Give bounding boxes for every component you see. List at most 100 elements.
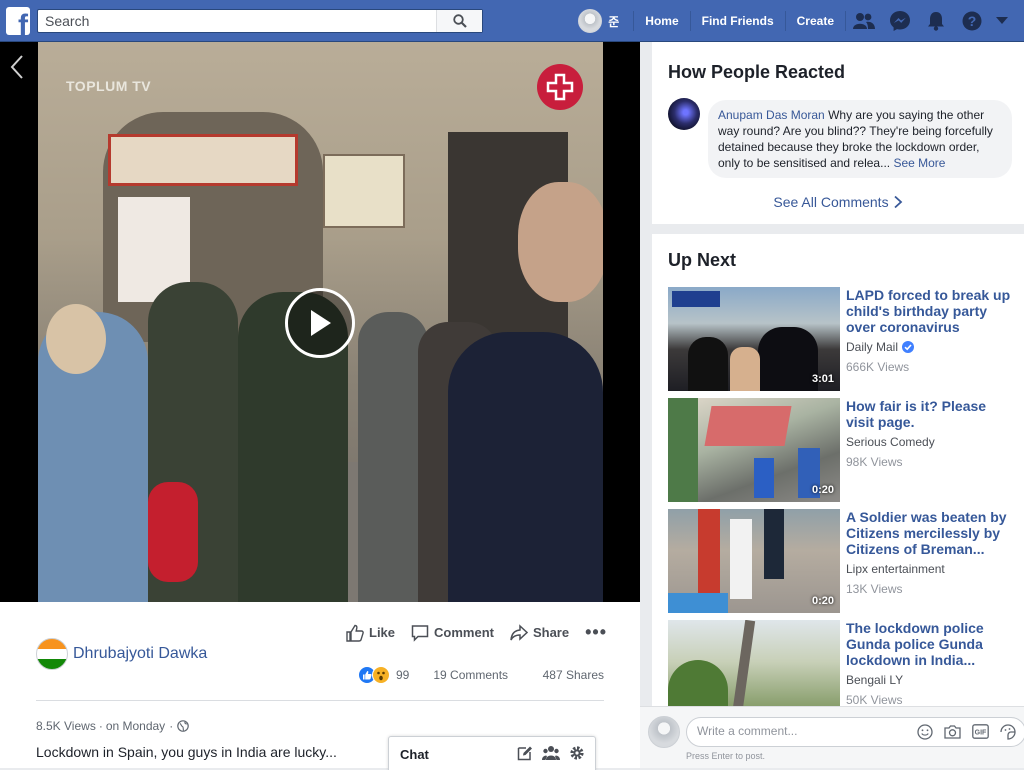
post-author: Dhrubajyoti Dawka: [36, 638, 207, 670]
post-timestamp[interactable]: on Monday: [106, 719, 165, 733]
thumb-fence: [668, 398, 698, 502]
back-arrow-icon[interactable]: [8, 54, 26, 83]
search-input[interactable]: [38, 10, 438, 32]
profile-link[interactable]: 준: [608, 13, 619, 30]
search-box: [37, 9, 483, 33]
help-icon[interactable]: ?: [954, 0, 990, 42]
video-title-link[interactable]: How fair is it? Please visit page.: [846, 398, 1016, 430]
svg-text:?: ?: [968, 13, 977, 29]
play-button[interactable]: [285, 288, 355, 358]
thumb-figure: [764, 509, 784, 579]
top-navigation-bar: f 준 Home Find Friends Create ?: [0, 0, 1024, 42]
video-watermark: TOPLUM TV: [66, 78, 152, 94]
channel-logo-icon: [537, 64, 583, 110]
comment-input-wrapper[interactable]: GIF: [686, 717, 1024, 747]
video-title-link[interactable]: LAPD forced to break up child's birthday…: [846, 287, 1016, 335]
post-actions: Like Comment Share •••: [346, 622, 607, 643]
share-icon: [510, 623, 528, 641]
video-thumbnail[interactable]: [668, 620, 840, 706]
thumb-object: [704, 406, 792, 446]
post-caption: Lockdown in Spain, you guys in India are…: [36, 744, 337, 760]
red-bag: [148, 482, 198, 582]
share-button[interactable]: Share: [510, 623, 570, 642]
video-source: Serious Comedy: [846, 435, 935, 449]
messenger-icon[interactable]: [882, 0, 918, 42]
video-title-link[interactable]: A Soldier was beaten by Citizens mercile…: [846, 509, 1016, 557]
meta-separator: ·: [169, 719, 174, 733]
person-head: [518, 182, 603, 302]
right-sidebar: How People Reacted Anupam Das Moran Why …: [640, 42, 1024, 768]
facebook-logo-icon[interactable]: f: [6, 7, 30, 35]
thumb-tree: [668, 660, 728, 706]
shares-count-link[interactable]: 487 Shares: [543, 668, 604, 682]
chat-title[interactable]: Chat: [400, 747, 429, 762]
see-more-link[interactable]: See More: [893, 156, 945, 170]
chevron-right-icon: [893, 195, 902, 209]
play-icon: [311, 310, 331, 336]
video-title-link[interactable]: The lockdown police Gunda police Gunda l…: [846, 620, 1016, 668]
account-menu-chevron-icon[interactable]: [990, 0, 1014, 42]
video-source-link[interactable]: Serious Comedy: [846, 435, 935, 449]
video-source-link[interactable]: Lipx entertainment: [846, 562, 945, 576]
author-name-link[interactable]: Dhrubajyoti Dawka: [73, 645, 207, 663]
wow-reaction-icon[interactable]: [372, 666, 390, 684]
chat-bar[interactable]: Chat: [388, 736, 596, 770]
svg-text:GIF: GIF: [975, 730, 987, 737]
thumb-figure: [730, 519, 752, 599]
emoji-icon[interactable]: [917, 724, 933, 740]
video-source-link[interactable]: Bengali LY: [846, 673, 903, 687]
more-options-icon[interactable]: •••: [585, 622, 607, 643]
video-thumbnail[interactable]: 3:01: [668, 287, 840, 391]
post-stats: 99 19 Comments 487 Shares: [358, 666, 604, 684]
commenter-avatar[interactable]: [668, 98, 700, 130]
group-chat-icon[interactable]: [542, 745, 560, 761]
video-views: 98K Views: [846, 455, 903, 469]
reaction-count[interactable]: 99: [396, 668, 409, 682]
video-duration: 3:01: [811, 373, 834, 385]
meta-separator: ·: [98, 719, 103, 733]
video-duration: 0:20: [811, 484, 834, 496]
comment-hint: Press Enter to post.: [686, 751, 766, 761]
like-button[interactable]: Like: [346, 624, 395, 642]
shop-sign: [108, 134, 298, 186]
thumb-figure: [730, 347, 760, 391]
comment-author-link[interactable]: Anupam Das Moran: [718, 108, 825, 122]
comment-composer: GIF Press Enter to post.: [640, 706, 1024, 768]
reactions-heading: How People Reacted: [668, 62, 846, 82]
share-label: Share: [532, 625, 570, 640]
comment-input[interactable]: [697, 724, 907, 738]
comment-label: Comment: [434, 625, 494, 640]
video-player[interactable]: TOPLUM TV: [0, 42, 640, 602]
comment-button[interactable]: Comment: [411, 624, 494, 642]
search-button[interactable]: [436, 10, 482, 32]
comments-count-link[interactable]: 19 Comments: [433, 668, 508, 682]
video-frame[interactable]: TOPLUM TV: [38, 42, 603, 602]
friend-requests-icon[interactable]: [846, 0, 882, 42]
comment-icon: [411, 624, 429, 642]
author-avatar[interactable]: [36, 638, 68, 670]
up-next-video[interactable]: 0:20 A Soldier was beaten by Citizens me…: [668, 509, 1024, 613]
video-thumbnail[interactable]: 0:20: [668, 509, 840, 613]
nav-home[interactable]: Home: [634, 14, 689, 28]
see-all-comments-link[interactable]: See All Comments: [652, 194, 1024, 210]
up-next-video[interactable]: The lockdown police Gunda police Gunda l…: [668, 620, 1024, 706]
notifications-bell-icon[interactable]: [918, 0, 954, 42]
video-source-link[interactable]: Daily Mail: [846, 340, 898, 354]
new-message-icon[interactable]: [517, 745, 533, 761]
video-thumbnail[interactable]: 0:20: [668, 398, 840, 502]
camera-icon[interactable]: [944, 724, 961, 740]
up-next-video[interactable]: 0:20 How fair is it? Please visit page. …: [668, 398, 1024, 502]
globe-icon[interactable]: [177, 720, 189, 732]
top-comment: Anupam Das Moran Why are you saying the …: [708, 100, 1012, 178]
thumbs-up-icon: [346, 624, 364, 642]
sticker-icon[interactable]: [1000, 724, 1016, 740]
thumb-pole: [730, 620, 756, 706]
like-label: Like: [369, 625, 396, 640]
user-avatar[interactable]: [578, 9, 603, 33]
up-next-video[interactable]: 3:01 LAPD forced to break up child's bir…: [668, 287, 1024, 391]
nav-find-friends[interactable]: Find Friends: [691, 14, 785, 28]
gif-icon[interactable]: GIF: [972, 724, 989, 740]
chat-settings-gear-icon[interactable]: [569, 745, 585, 761]
nav-create[interactable]: Create: [786, 14, 845, 28]
up-next-heading: Up Next: [668, 250, 737, 270]
